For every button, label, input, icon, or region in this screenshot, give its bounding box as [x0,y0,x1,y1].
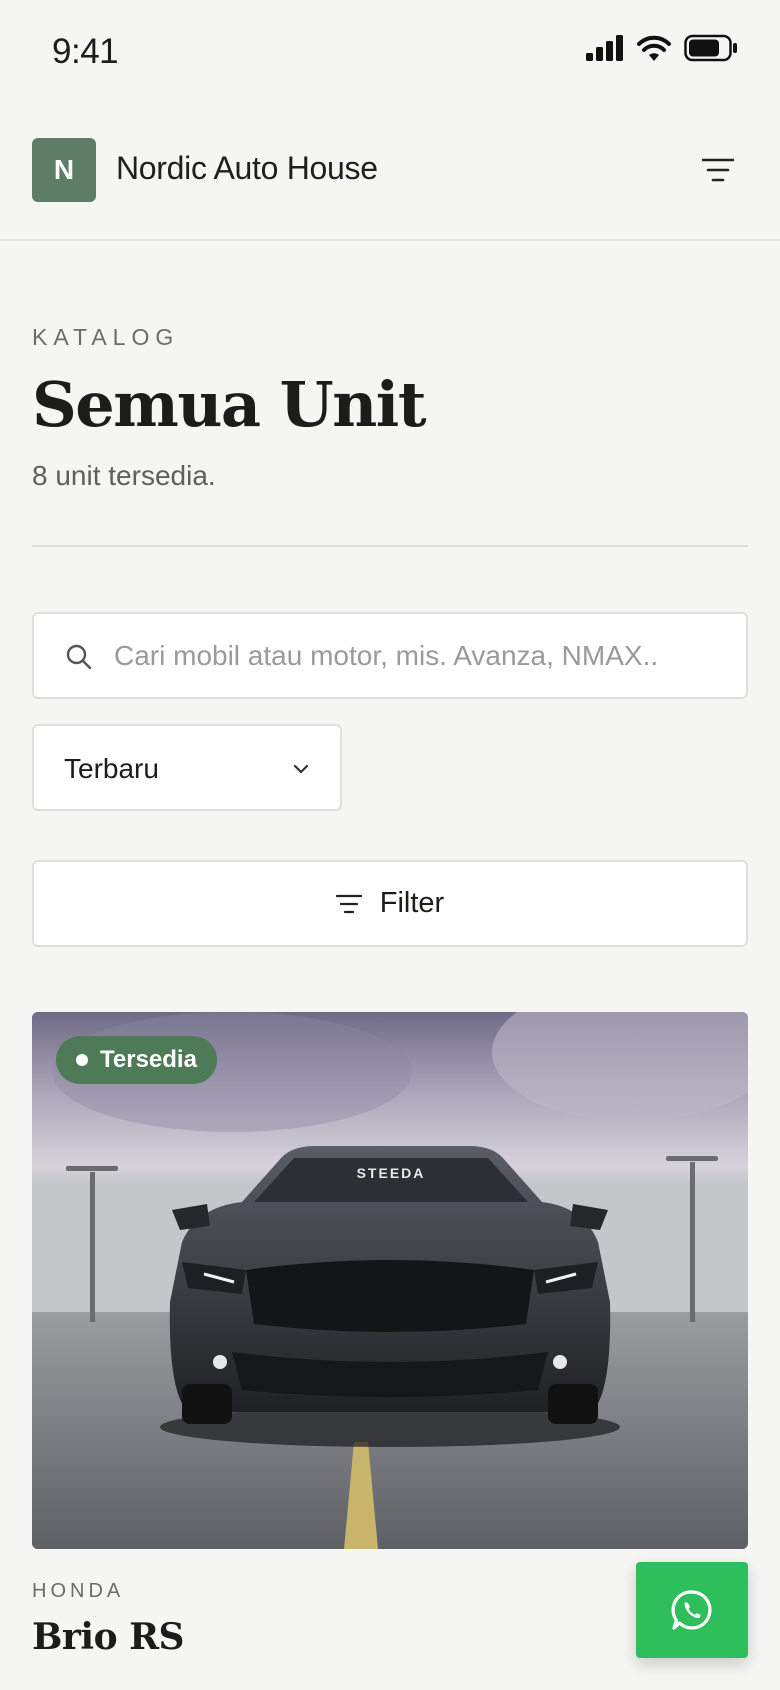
windshield-text: STEEDA [357,1165,426,1181]
whatsapp-icon [671,1590,712,1630]
logo[interactable]: N [32,138,96,202]
logo-letter: N [53,154,75,185]
signal-icon [586,35,623,61]
screen: 9:41 N Nordic Auto House KATALOG Semua U… [0,0,780,1690]
brand-name[interactable]: Nordic Auto House [116,150,378,187]
chevron-down-icon [293,764,309,774]
status-bar: 9:41 [0,0,780,104]
status-time: 9:41 [52,32,119,71]
status-badge-label: Tersedia [100,1046,197,1073]
battery-icon [684,34,737,62]
car-photo: STEEDA [32,1012,748,1549]
section-eyebrow: KATALOG [32,324,180,350]
listing-model[interactable]: Brio RS [32,1616,185,1658]
unit-count: 8 unit tersedia. [32,460,216,491]
sort-select[interactable]: Terbaru [32,724,342,811]
search-icon [66,644,92,670]
whatsapp-button[interactable] [636,1562,748,1658]
status-badge: Tersedia [56,1036,217,1084]
search-input[interactable] [114,614,734,697]
status-dot [76,1054,88,1066]
sort-selected-value: Terbaru [64,753,159,784]
listing-image[interactable]: STEEDA Tersedia [32,1012,748,1549]
status-icons [586,34,738,62]
divider [32,545,748,547]
app-header: N Nordic Auto House [0,104,780,241]
menu-button[interactable] [698,150,738,190]
menu-icon [702,158,734,182]
filter-button[interactable]: Filter [32,860,748,947]
filter-icon [335,894,362,913]
wifi-icon [637,35,671,61]
listing-brand: HONDA [32,1580,125,1602]
page-title: Semua Unit [32,368,427,441]
filter-label: Filter [379,887,445,919]
search-box [32,612,748,699]
